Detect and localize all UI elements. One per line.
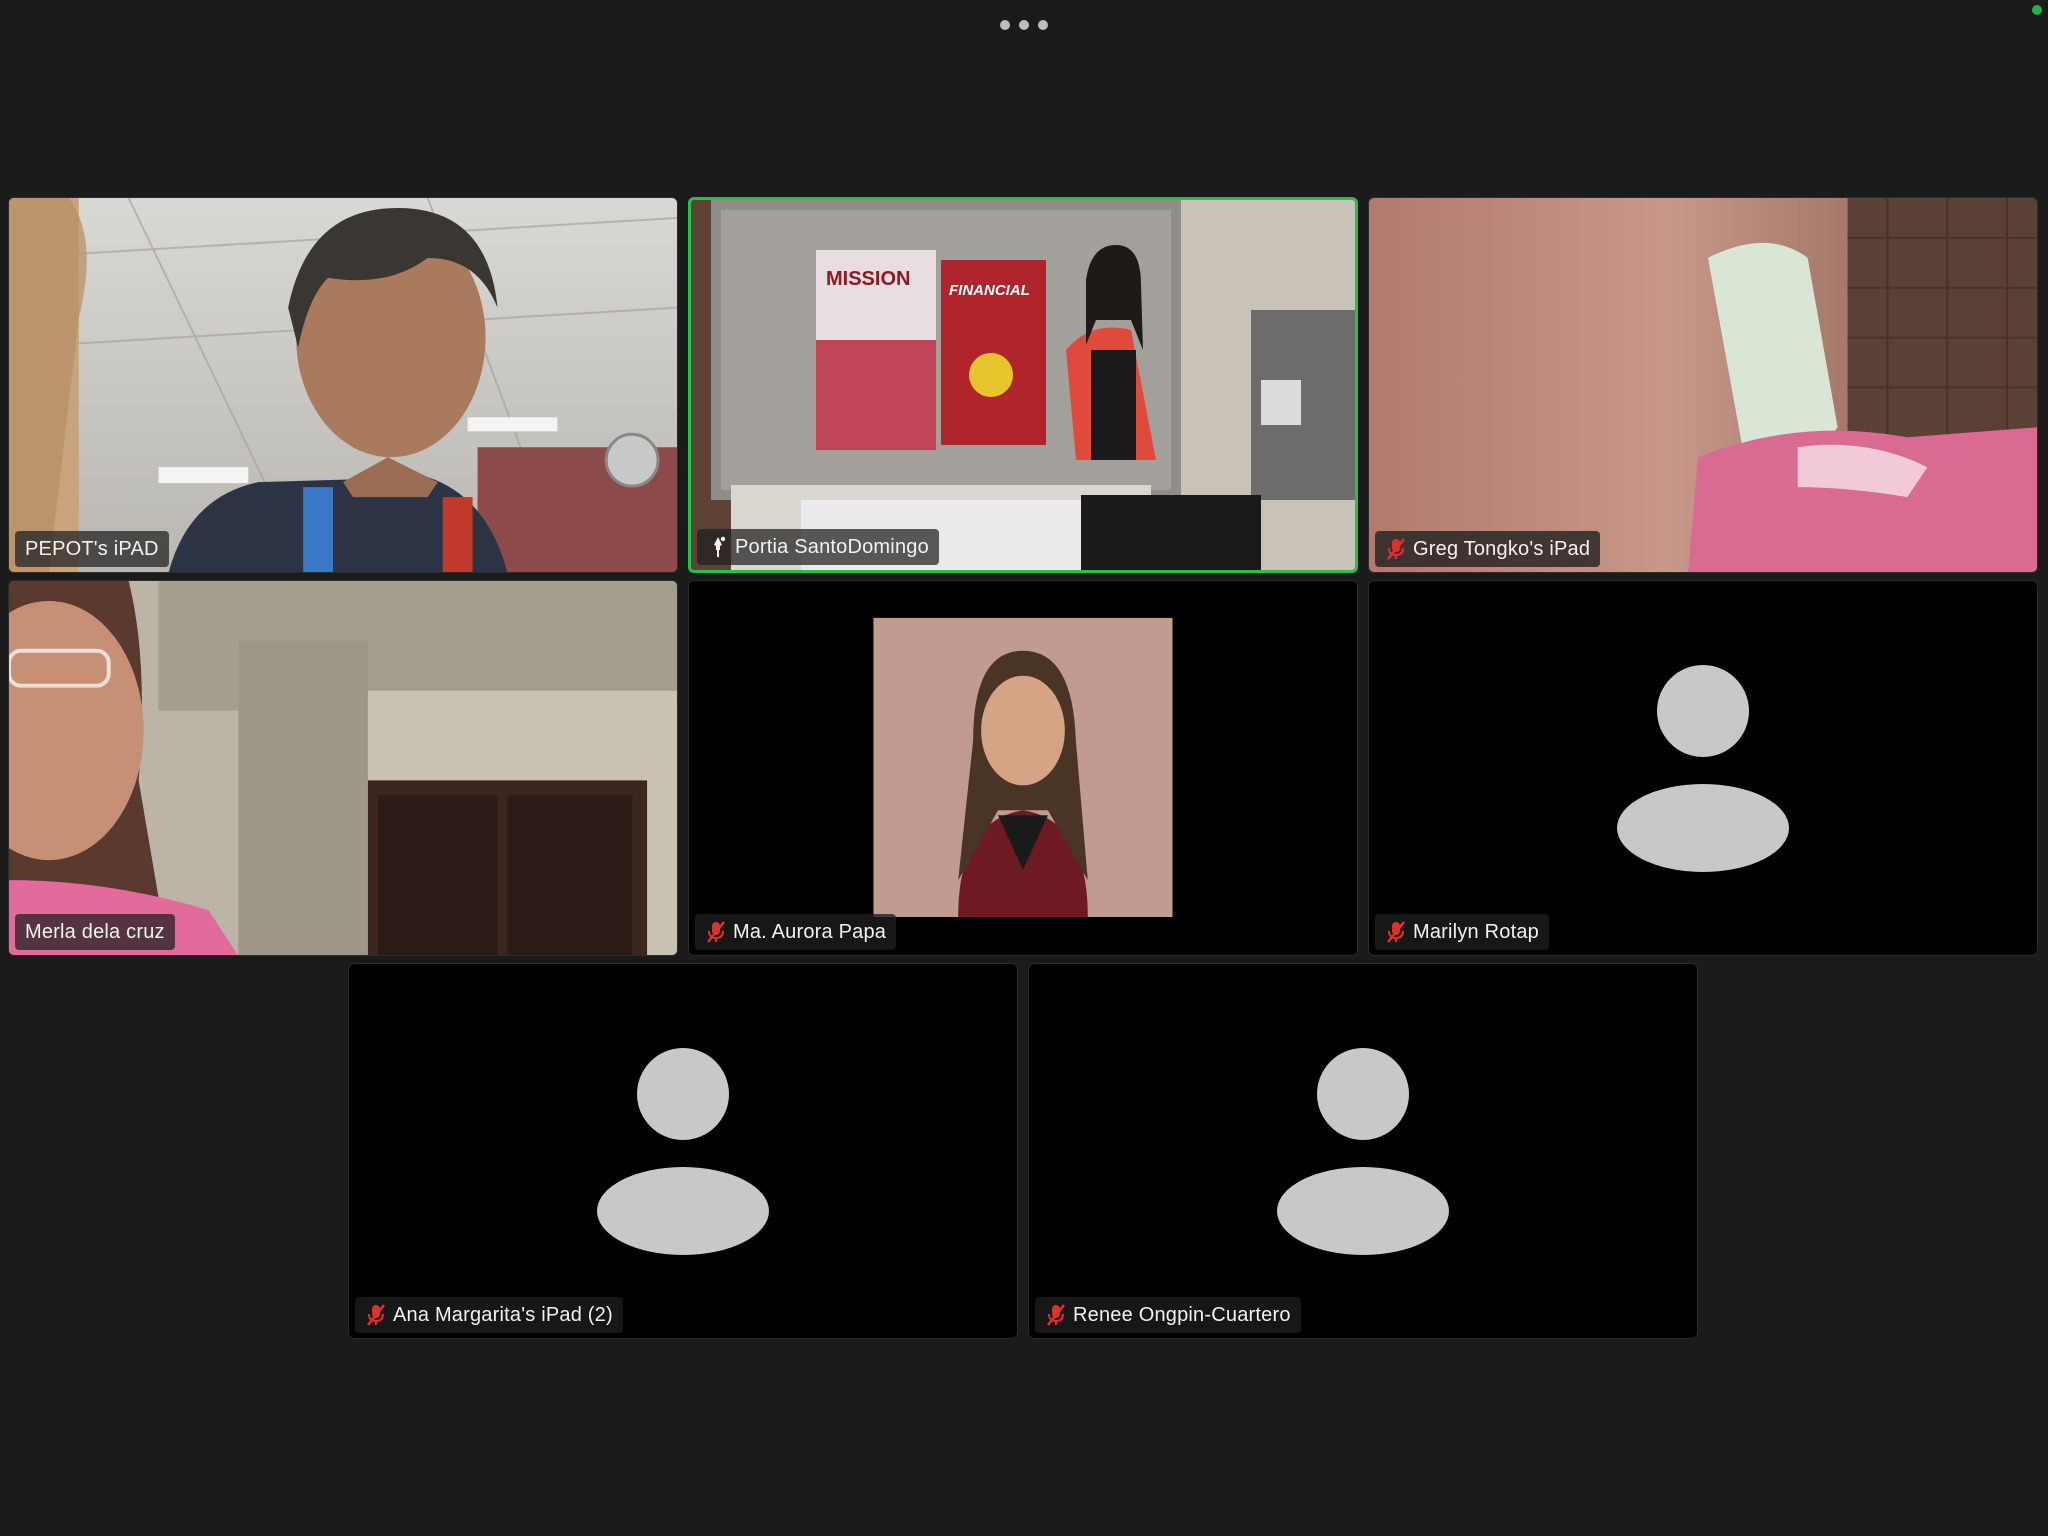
participant-tile-greg[interactable]: Greg Tongko's iPad xyxy=(1368,197,2038,573)
participant-name-label: Greg Tongko's iPad xyxy=(1375,531,1601,567)
participant-tile-aurora[interactable]: Ma. Aurora Papa xyxy=(688,580,1358,956)
avatar-placeholder-icon xyxy=(1617,665,1789,872)
participant-tile-renee[interactable]: Renee Ongpin-Cuartero xyxy=(1028,963,1698,1339)
participant-name: Portia SantoDomingo xyxy=(735,535,929,558)
participant-name-label: Marilyn Rotap xyxy=(1375,914,1549,950)
muted-microphone-icon xyxy=(365,1302,387,1328)
participant-name: Marilyn Rotap xyxy=(1413,920,1539,943)
participant-tile-portia[interactable]: MISSION FINANCIAL Portia SantoDomingo xyxy=(688,197,1358,573)
participant-name: Renee Ongpin-Cuartero xyxy=(1073,1303,1291,1326)
participant-tile-marilyn[interactable]: Marilyn Rotap xyxy=(1368,580,2038,956)
participant-name: Greg Tongko's iPad xyxy=(1413,537,1591,560)
participant-name-label: Ana Margarita's iPad (2) xyxy=(355,1297,623,1333)
participant-name: Merla dela cruz xyxy=(25,920,165,943)
muted-microphone-icon xyxy=(705,919,727,945)
avatar-placeholder-icon xyxy=(597,1048,769,1255)
participant-video xyxy=(9,581,677,955)
participant-name-label: PEPOT's iPAD xyxy=(15,531,169,567)
svg-text:FINANCIAL: FINANCIAL xyxy=(949,282,1030,299)
participant-name-label: Portia SantoDomingo xyxy=(697,529,939,565)
dot xyxy=(1038,20,1048,30)
participant-tile-pepot[interactable]: PEPOT's iPAD xyxy=(8,197,678,573)
participant-name-label: Merla dela cruz xyxy=(15,914,175,950)
muted-microphone-icon xyxy=(1385,919,1407,945)
participant-name-label: Renee Ongpin-Cuartero xyxy=(1035,1297,1301,1333)
avatar-placeholder-icon xyxy=(1277,1048,1449,1255)
profile-photo xyxy=(689,581,1357,955)
more-options-icon[interactable] xyxy=(1000,18,1048,32)
dot xyxy=(1019,20,1029,30)
dot xyxy=(1000,20,1010,30)
muted-microphone-icon xyxy=(1385,536,1407,562)
participant-tile-ana-margarita[interactable]: Ana Margarita's iPad (2) xyxy=(348,963,1018,1339)
svg-text:MISSION: MISSION xyxy=(826,268,910,290)
participant-tile-merla[interactable]: Merla dela cruz xyxy=(8,580,678,956)
participant-name: Ma. Aurora Papa xyxy=(733,920,887,943)
connection-status-indicator xyxy=(2032,5,2042,15)
muted-microphone-icon xyxy=(1045,1302,1067,1328)
participant-video: MISSION FINANCIAL xyxy=(691,200,1355,570)
participant-video xyxy=(1369,198,2037,572)
participant-name: Ana Margarita's iPad (2) xyxy=(393,1303,613,1326)
participant-video xyxy=(9,198,677,572)
meeting-gallery-view: PEPOT's iPAD MISSION FINANCIAL Portia Sa… xyxy=(0,0,2048,1536)
speaker-pin-icon xyxy=(707,534,729,560)
participant-name: PEPOT's iPAD xyxy=(25,537,159,560)
participant-name-label: Ma. Aurora Papa xyxy=(695,914,897,950)
